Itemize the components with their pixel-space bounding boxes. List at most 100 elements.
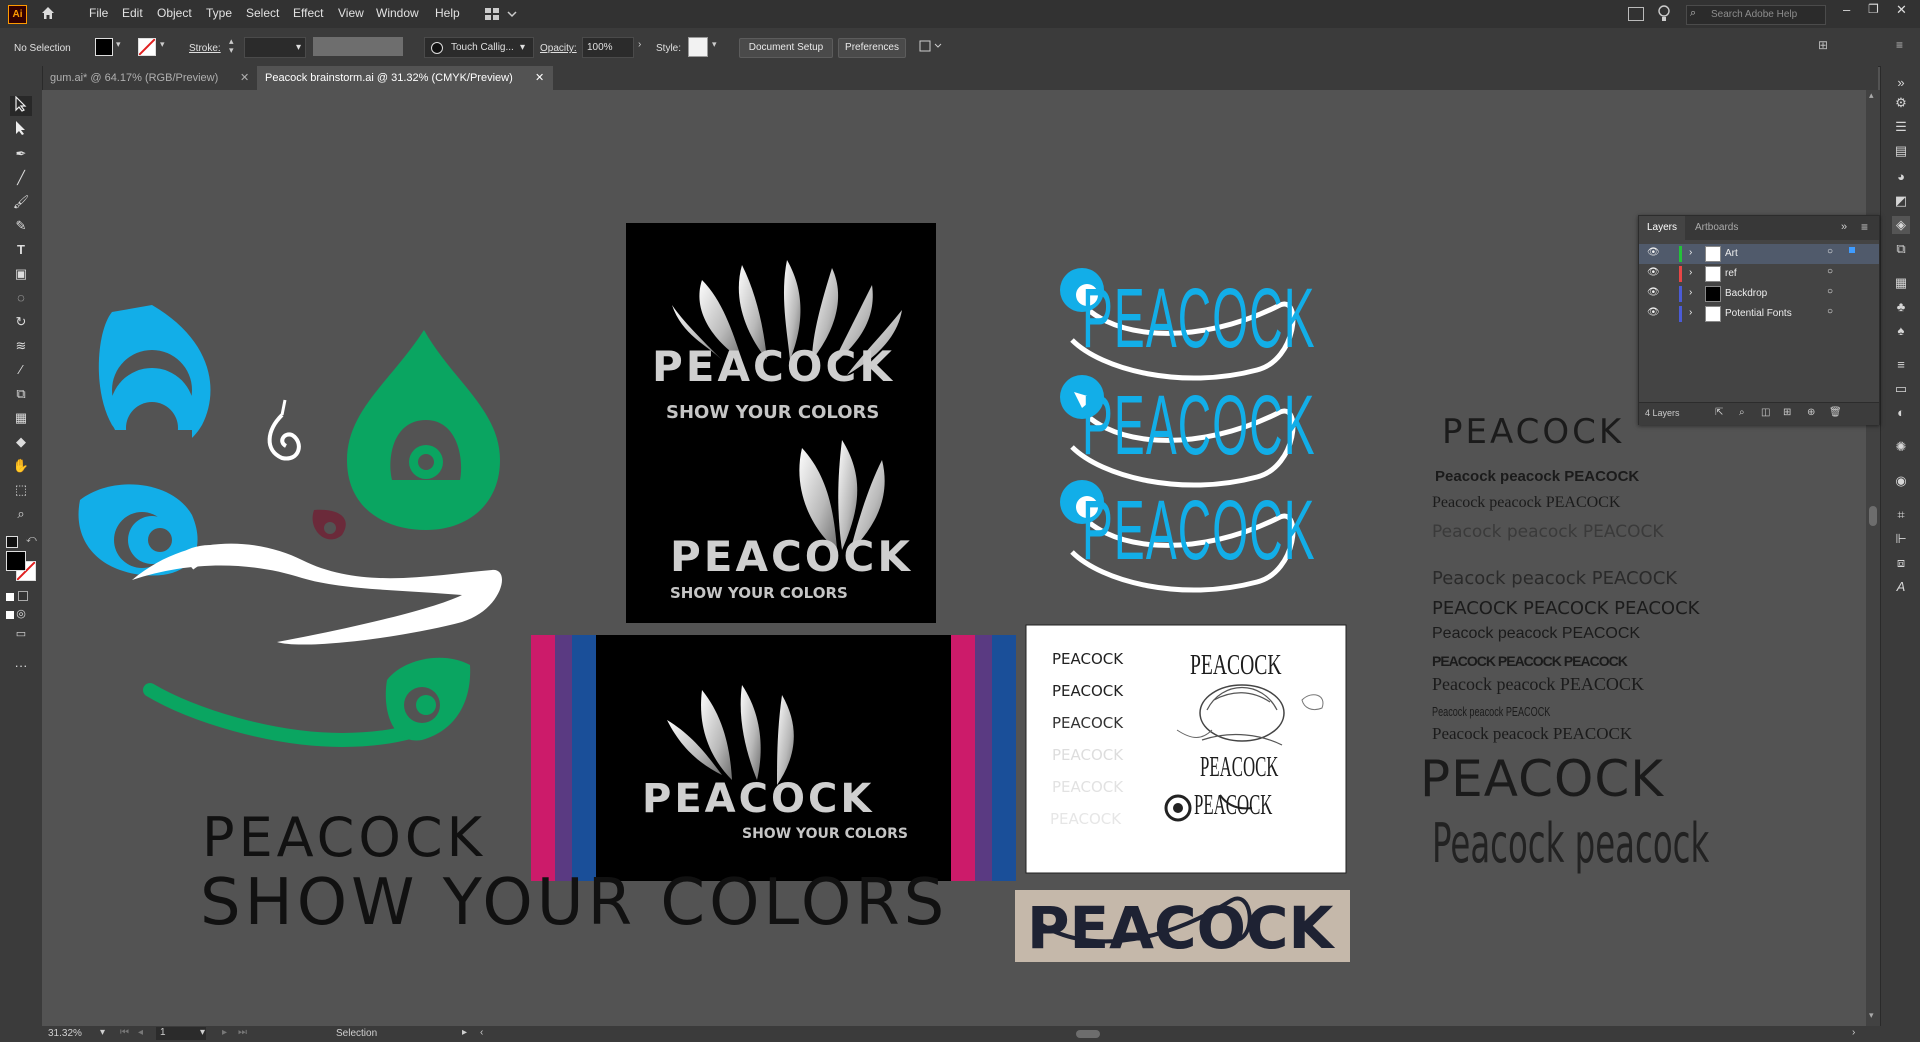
opacity-arrow-icon[interactable]: › bbox=[638, 39, 641, 50]
new-sublayer-icon[interactable]: ⊞ bbox=[1783, 407, 1791, 418]
adjustments-icon[interactable]: ☰ bbox=[1892, 118, 1910, 136]
eye-icon[interactable]: 👁 bbox=[1647, 287, 1660, 298]
expand-icon[interactable]: › bbox=[1689, 267, 1692, 278]
symbols-icon[interactable]: ♣ bbox=[1892, 298, 1910, 316]
target-icon[interactable]: ○ bbox=[1827, 306, 1833, 317]
eraser-tool-icon[interactable]: ◆ bbox=[10, 432, 32, 452]
layer-row-potential-fonts[interactable]: 👁 › Potential Fonts ○ bbox=[1639, 304, 1879, 324]
selection-tool-icon[interactable] bbox=[10, 95, 32, 116]
warp-tool-icon[interactable]: ≋ bbox=[10, 336, 32, 356]
eyedropper-tool-icon[interactable]: ⁄ bbox=[10, 360, 32, 380]
gradient-tool-icon[interactable]: ▣ bbox=[10, 264, 32, 284]
tab-artboards[interactable]: Artboards bbox=[1687, 216, 1746, 240]
clipping-mask-icon[interactable]: ◫ bbox=[1761, 407, 1770, 418]
eye-icon[interactable]: 👁 bbox=[1647, 247, 1660, 258]
pen-tool-icon[interactable]: ✒ bbox=[10, 144, 32, 164]
collapse-dock-icon[interactable]: » bbox=[1892, 74, 1910, 92]
arrange-documents-icon[interactable] bbox=[1628, 7, 1644, 21]
delete-layer-icon[interactable]: 🗑 bbox=[1829, 407, 1842, 418]
align-options-icon[interactable] bbox=[918, 38, 944, 54]
graphic-styles-icon[interactable]: ♠ bbox=[1892, 322, 1910, 340]
menu-edit[interactable]: Edit bbox=[122, 6, 143, 20]
close-icon[interactable]: ✕ bbox=[240, 66, 249, 90]
variable-width-profile[interactable] bbox=[313, 37, 403, 56]
navigator-icon[interactable]: ◉ bbox=[1892, 472, 1910, 490]
default-colors-icon[interactable] bbox=[6, 536, 18, 548]
color-mode-icon[interactable] bbox=[6, 588, 36, 619]
screen-mode-icon[interactable]: ▭ bbox=[10, 624, 32, 644]
vertical-scroll-thumb[interactable] bbox=[1869, 506, 1877, 526]
scroll-up-icon[interactable]: ▴ bbox=[1869, 90, 1874, 101]
menu-effect[interactable]: Effect bbox=[293, 6, 323, 20]
search-field[interactable]: ⌕ Search Adobe Help bbox=[1686, 5, 1826, 25]
tab-gum[interactable]: gum.ai* @ 64.17% (RGB/Preview) ✕ bbox=[42, 66, 260, 90]
direct-selection-tool-icon[interactable] bbox=[10, 120, 32, 140]
properties-icon[interactable]: ⚙ bbox=[1892, 94, 1910, 112]
stroke-dropdown-icon[interactable]: ▾ bbox=[160, 39, 165, 50]
preferences-button[interactable]: Preferences bbox=[838, 38, 906, 58]
target-icon[interactable]: ○ bbox=[1827, 266, 1833, 277]
collapse-panel-icon[interactable]: » bbox=[1841, 221, 1847, 233]
layer-row-backdrop[interactable]: 👁 › Backdrop ○ bbox=[1639, 284, 1879, 304]
pathfinder-icon[interactable]: ⧈ bbox=[1892, 554, 1910, 572]
previous-artboard-icon[interactable]: ◂ bbox=[138, 1027, 143, 1038]
panel-arrange-icon[interactable]: ⊞ bbox=[1818, 38, 1828, 52]
panel-options-icon[interactable]: ≡ bbox=[1861, 220, 1868, 234]
tab-layers[interactable]: Layers bbox=[1639, 216, 1686, 240]
status-menu-icon[interactable]: ▸ bbox=[462, 1027, 467, 1038]
stroke-icon[interactable]: ≡ bbox=[1892, 356, 1910, 374]
artboard-tool-icon[interactable]: ⬚ bbox=[10, 480, 32, 500]
target-icon[interactable]: ○ bbox=[1827, 286, 1833, 297]
first-artboard-icon[interactable]: ⏮ bbox=[120, 1027, 129, 1038]
menu-select[interactable]: Select bbox=[246, 6, 279, 20]
locate-object-icon[interactable]: ⌕ bbox=[1739, 407, 1745, 418]
character-icon[interactable]: A bbox=[1892, 578, 1910, 596]
scroll-down-icon[interactable]: ▾ bbox=[1869, 1010, 1874, 1021]
mesh-tool-icon[interactable]: ▦ bbox=[10, 408, 32, 428]
stroke-swatch[interactable] bbox=[138, 38, 156, 56]
lightbulb-icon[interactable] bbox=[1657, 5, 1671, 23]
scroll-left-icon[interactable]: ‹ bbox=[480, 1027, 483, 1038]
hand-tool-icon[interactable]: ✋ bbox=[10, 456, 32, 476]
menu-file[interactable]: File bbox=[89, 6, 108, 20]
brush-definition-dropdown[interactable]: Touch Callig... ▾ bbox=[424, 37, 534, 58]
draw-mode-icon[interactable]: ◎ bbox=[10, 604, 32, 624]
paintbrush-tool-icon[interactable]: 🖌 bbox=[10, 192, 32, 212]
fill-color-box[interactable] bbox=[6, 551, 26, 571]
menu-view[interactable]: View bbox=[338, 6, 364, 20]
menu-object[interactable]: Object bbox=[157, 6, 192, 20]
shape-builder-tool-icon[interactable]: ⧉ bbox=[10, 384, 32, 404]
color-icon[interactable]: ◕ bbox=[1892, 168, 1910, 186]
menu-window[interactable]: Window bbox=[376, 6, 419, 20]
home-icon[interactable] bbox=[40, 5, 56, 21]
more-tools-icon[interactable]: ··· bbox=[10, 656, 32, 676]
eye-icon[interactable]: 👁 bbox=[1647, 307, 1660, 318]
zoom-level[interactable]: 31.32% bbox=[48, 1028, 82, 1039]
layer-name[interactable]: Potential Fonts bbox=[1725, 308, 1792, 319]
align-icon[interactable]: ⊩ bbox=[1892, 530, 1910, 548]
document-setup-button[interactable]: Document Setup bbox=[739, 38, 833, 58]
artboards-icon[interactable]: ⧉ bbox=[1892, 240, 1910, 258]
artboard-number-field[interactable]: 1 bbox=[156, 1027, 206, 1040]
libraries-icon[interactable]: ▤ bbox=[1892, 142, 1910, 160]
layer-name[interactable]: Art bbox=[1725, 248, 1738, 259]
layer-name[interactable]: Backdrop bbox=[1725, 288, 1767, 299]
pencil-tool-icon[interactable]: ✎ bbox=[10, 216, 32, 236]
transparency-icon[interactable]: ◐ bbox=[1892, 404, 1910, 422]
restore-button[interactable]: ❐ bbox=[1868, 2, 1879, 16]
menu-type[interactable]: Type bbox=[206, 6, 232, 20]
artboard-dropdown-icon[interactable]: ▾ bbox=[200, 1027, 205, 1038]
menu-help[interactable]: Help bbox=[435, 6, 460, 20]
expand-icon[interactable]: › bbox=[1689, 247, 1692, 258]
swatches-icon[interactable]: ◩ bbox=[1892, 192, 1910, 210]
fill-swatch[interactable] bbox=[95, 38, 113, 56]
close-window-button[interactable]: ✕ bbox=[1896, 2, 1907, 18]
style-dropdown-icon[interactable]: ▾ bbox=[712, 39, 717, 50]
layer-row-ref[interactable]: 👁 › ref ○ bbox=[1639, 264, 1879, 284]
layers-icon[interactable]: ◈ bbox=[1892, 216, 1910, 234]
transform-icon[interactable]: ⌗ bbox=[1892, 506, 1910, 524]
layer-name[interactable]: ref bbox=[1725, 268, 1737, 279]
export-icon[interactable]: ⇱ bbox=[1715, 407, 1723, 418]
eye-icon[interactable]: 👁 bbox=[1647, 267, 1660, 278]
gradient-icon[interactable]: ▭ bbox=[1892, 380, 1910, 398]
